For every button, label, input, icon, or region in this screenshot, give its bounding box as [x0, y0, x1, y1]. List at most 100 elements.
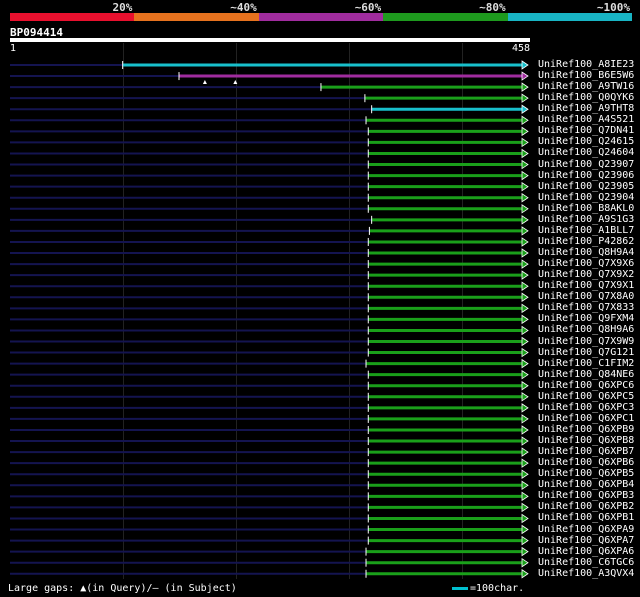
hit-label[interactable]: UniRef100_Q8H9A6	[538, 324, 634, 335]
hit-end-arrow	[521, 392, 529, 402]
hit-label[interactable]: UniRef100_Q8H9A4	[538, 247, 634, 258]
hit-label[interactable]: UniRef100_Q6XPB2	[538, 501, 634, 512]
hit-label[interactable]: UniRef100_Q6XPA7	[538, 535, 634, 546]
hit-label[interactable]: UniRef100_Q9FXM4	[538, 313, 634, 324]
hit-label[interactable]: UniRef100_Q6XPC1	[538, 413, 634, 424]
hit-label[interactable]: UniRef100_Q6XPB5	[538, 468, 634, 479]
hit-label[interactable]: UniRef100_Q6XPB6	[538, 457, 634, 468]
hit-label[interactable]: UniRef100_Q23905	[538, 181, 634, 192]
hit-end-arrow	[521, 569, 529, 579]
hit-label[interactable]: UniRef100_Q84NE6	[538, 369, 634, 380]
hit-label[interactable]: UniRef100_C1FIM2	[538, 358, 634, 369]
hit-end-arrow	[521, 237, 529, 247]
hit-end-arrow	[521, 259, 529, 269]
hit-label[interactable]: UniRef100_A3QVX4	[538, 568, 634, 579]
hit-label[interactable]: UniRef100_Q7DN41	[538, 125, 634, 136]
hit-label[interactable]: UniRef100_Q7X8A0	[538, 291, 634, 302]
hit-end-arrow	[521, 126, 529, 137]
hit-label[interactable]: UniRef100_Q7X9W9	[538, 336, 634, 347]
hit-end-arrow	[521, 369, 529, 380]
hit-end-arrow	[521, 325, 529, 336]
hit-label[interactable]: UniRef100_Q24615	[538, 136, 634, 147]
hit-label[interactable]: UniRef100_Q6XPA6	[538, 546, 634, 557]
hit-end-arrow	[521, 93, 529, 103]
hit-end-arrow	[521, 204, 529, 214]
hit-end-arrow	[521, 502, 529, 513]
hit-end-arrow	[521, 181, 529, 192]
hit-end-arrow	[521, 557, 529, 568]
hit-end-arrow	[521, 336, 529, 347]
hit-label[interactable]: UniRef100_Q6XPC3	[538, 402, 634, 413]
hit-label[interactable]: UniRef100_Q6XPA9	[538, 524, 634, 535]
hit-end-arrow	[521, 513, 529, 524]
hit-label[interactable]: UniRef100_Q23904	[538, 192, 634, 203]
hit-end-arrow	[521, 314, 529, 325]
hit-label[interactable]: UniRef100_B8AKL0	[538, 203, 634, 214]
hit-end-arrow	[521, 248, 529, 258]
scale-text: =100char.	[470, 583, 525, 594]
hit-label[interactable]: UniRef100_Q6XPB3	[538, 490, 634, 501]
hit-label[interactable]: UniRef100_Q6XPB1	[538, 512, 634, 523]
hit-label[interactable]: UniRef100_Q6XPC6	[538, 380, 634, 391]
hit-label[interactable]: UniRef100_A9S1G3	[538, 214, 634, 225]
hit-label[interactable]: UniRef100_A8IE23	[538, 59, 634, 70]
hit-end-arrow	[521, 491, 529, 502]
hit-label[interactable]: UniRef100_A9THT8	[538, 103, 634, 114]
hit-end-arrow	[521, 480, 529, 491]
gap-marker	[202, 80, 207, 85]
hit-end-arrow	[521, 303, 529, 314]
hit-label[interactable]: UniRef100_Q6XPB7	[538, 446, 634, 457]
hit-end-arrow	[521, 281, 529, 291]
hit-end-arrow	[521, 215, 529, 225]
hit-label[interactable]: UniRef100_Q23907	[538, 159, 634, 170]
hit-end-arrow	[521, 546, 529, 557]
hit-end-arrow	[521, 292, 529, 303]
hit-end-arrow	[521, 425, 529, 435]
hit-end-arrow	[521, 104, 529, 114]
hit-end-arrow	[521, 380, 529, 391]
hit-end-arrow	[521, 436, 529, 446]
hit-label[interactable]: UniRef100_Q7X9X6	[538, 258, 634, 269]
hit-end-arrow	[521, 524, 529, 535]
hit-end-arrow	[521, 469, 529, 479]
hit-end-arrow	[521, 159, 529, 170]
hit-end-arrow	[521, 170, 529, 181]
hit-end-arrow	[521, 71, 529, 81]
hit-label[interactable]: UniRef100_Q7X833	[538, 302, 634, 313]
hit-end-arrow	[521, 270, 529, 280]
gap-legend: Large gaps: ▲(in Query)/– (in Subject)	[8, 583, 237, 594]
hit-label[interactable]: UniRef100_C6TGC6	[538, 557, 634, 568]
hit-label[interactable]: UniRef100_Q6XPB4	[538, 479, 634, 490]
hit-label[interactable]: UniRef100_A1BLL7	[538, 225, 634, 236]
hit-end-arrow	[521, 347, 529, 358]
hit-end-arrow	[521, 447, 529, 457]
hit-label[interactable]: UniRef100_P42862	[538, 236, 634, 247]
hit-end-arrow	[521, 137, 529, 148]
hit-end-arrow	[521, 358, 529, 369]
hit-end-arrow	[521, 458, 529, 468]
hit-label[interactable]: UniRef100_Q23906	[538, 170, 634, 181]
hit-end-arrow	[521, 82, 529, 92]
hit-label[interactable]: UniRef100_A9TW16	[538, 81, 634, 92]
hit-end-arrow	[521, 403, 529, 413]
hit-label[interactable]: UniRef100_Q7X9X1	[538, 280, 634, 291]
scale-legend: =100char.	[452, 583, 524, 594]
hit-label[interactable]: UniRef100_Q0QYK6	[538, 92, 634, 103]
hit-label[interactable]: UniRef100_Q6XPB8	[538, 435, 634, 446]
hit-label[interactable]: UniRef100_B6E5W6	[538, 70, 634, 81]
hit-label[interactable]: UniRef100_Q7G121	[538, 347, 634, 358]
hit-label[interactable]: UniRef100_Q7X9X2	[538, 269, 634, 280]
scale-bar	[452, 586, 468, 590]
hit-label[interactable]: UniRef100_A4S521	[538, 114, 634, 125]
gap-marker	[233, 80, 238, 85]
hit-end-arrow	[521, 60, 529, 70]
hit-label[interactable]: UniRef100_Q24604	[538, 147, 634, 158]
hit-end-arrow	[521, 414, 529, 424]
hit-end-arrow	[521, 148, 529, 159]
alignment-overview: 20% ~40% ~60% ~80% ~100% BP094414 1 458 UniR…	[0, 0, 640, 597]
hit-end-arrow	[521, 226, 529, 236]
hit-end-arrow	[521, 192, 529, 203]
hit-label[interactable]: UniRef100_Q6XPC5	[538, 391, 634, 402]
hit-end-arrow	[521, 535, 529, 546]
hit-label[interactable]: UniRef100_Q6XPB9	[538, 424, 634, 435]
